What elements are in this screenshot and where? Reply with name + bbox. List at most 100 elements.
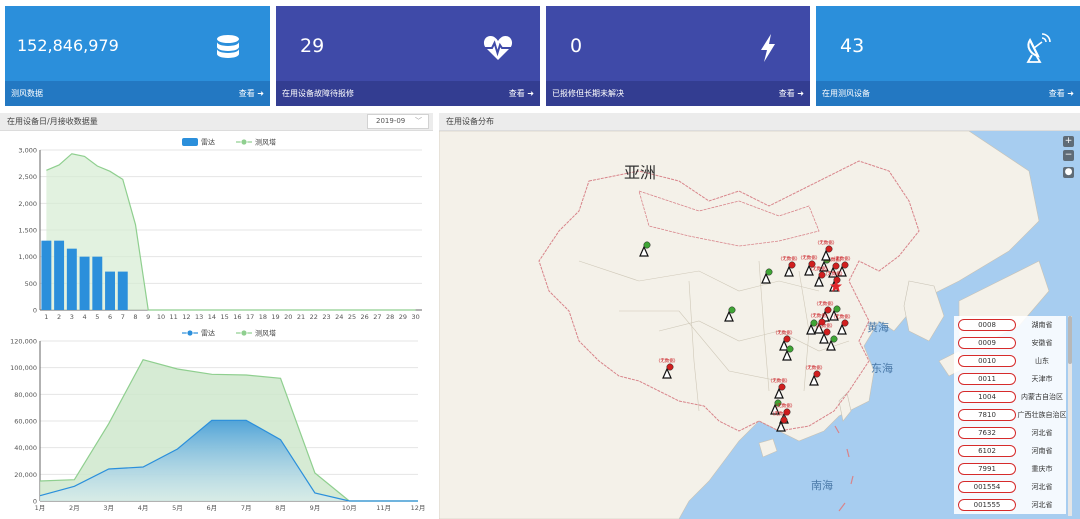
view-link[interactable]: 查看 ➜ (239, 81, 264, 106)
dish-icon (825, 245, 833, 253)
device-code[interactable]: 0009 (958, 337, 1016, 349)
marker-status-label: (无数据) (775, 402, 792, 409)
y-tick-label: 2,000 (18, 200, 37, 208)
legend-scrollbar[interactable] (1068, 316, 1072, 516)
chart-legend[interactable]: 雷达 测风塔 (182, 329, 276, 338)
marker-status-label: (无数据) (770, 377, 787, 384)
dish-icon (832, 262, 840, 270)
y-tick-label: 2,500 (18, 173, 37, 181)
bar-radar[interactable] (79, 256, 90, 310)
legend-row[interactable]: 0009 安徽省 (954, 334, 1066, 352)
x-tick-label: 18 (259, 313, 267, 321)
x-tick-label: 29 (399, 313, 407, 321)
x-tick-label: 26 (361, 313, 369, 321)
card-value: 152,846,979 (17, 36, 119, 55)
x-tick-label: 10 (157, 313, 165, 321)
marker-status-label: (无数据) (810, 265, 827, 272)
legend-row[interactable]: 0011 天津市 (954, 370, 1066, 388)
dish-icon (830, 335, 838, 343)
marker-status-label: (无数据) (800, 254, 817, 261)
x-tick-label: 5 (95, 313, 99, 321)
y-tick-label: 20,000 (14, 471, 37, 479)
daily-volume-chart: 05001,0001,5002,0002,5003,0001 2 3 4 5 6 7 8 9 10… (18, 138, 422, 321)
dish-icon (728, 306, 736, 314)
x-tick-label: 5月 (172, 504, 183, 512)
map-label-south-sea: 南海 (811, 478, 833, 492)
device-code[interactable]: 6102 (958, 445, 1016, 457)
zoom-out-button[interactable]: − (1063, 150, 1074, 161)
x-tick-label: 10月 (342, 504, 357, 512)
legend-row[interactable]: 7632 河北省 (954, 424, 1066, 442)
legend-row[interactable]: 7991 重庆市 (954, 460, 1066, 478)
dish-icon (786, 345, 794, 353)
bar-radar[interactable] (92, 256, 103, 310)
dish-icon (823, 328, 831, 336)
device-code[interactable]: 7991 (958, 463, 1016, 475)
y-tick-label: 3,000 (18, 147, 37, 155)
x-tick-label: 7月 (241, 504, 252, 512)
x-tick-label: 4月 (138, 504, 149, 512)
device-province: 河北省 (1031, 429, 1053, 437)
x-tick-label: 14 (208, 313, 216, 321)
legend-swatch-dot (240, 138, 248, 146)
map-label-east-sea: 东海 (871, 361, 893, 375)
legend-row[interactable]: 7810 广西壮族自治区 (954, 406, 1067, 424)
device-code[interactable]: 1004 (958, 391, 1016, 403)
legend-row[interactable]: 6102 河南省 (954, 442, 1066, 460)
chart-legend[interactable]: 雷达 测风塔 (182, 138, 276, 147)
card-label: 在用测风设备 (822, 89, 870, 98)
monthly-volume-chart: 020,00040,00060,00080,000100,000120,0001… (10, 329, 426, 513)
database-icon (217, 35, 239, 58)
marker-status-label: (无数据) (817, 239, 834, 246)
month-select[interactable]: 2019-09 ﹀ (367, 114, 429, 129)
dish-icon (765, 268, 773, 276)
bar-radar[interactable] (41, 240, 52, 310)
card-faulty-devices: 29 在用设备故障待报修 查看 ➜ (276, 6, 540, 106)
x-tick-label: 9月 (310, 504, 321, 512)
legend-row[interactable]: 0008 湖南省 (954, 316, 1066, 334)
dish-icon (841, 319, 849, 327)
card-footer: 在用测风设备 查看 ➜ (816, 81, 1080, 106)
dish-icon (783, 335, 791, 343)
y-tick-label: 120,000 (10, 338, 37, 346)
bar-radar[interactable] (105, 271, 115, 310)
x-tick-label: 6月 (206, 504, 217, 512)
x-tick-label: 3月 (103, 504, 114, 512)
bolt-icon (761, 34, 775, 62)
device-code[interactable]: 001555 (958, 499, 1016, 511)
device-code[interactable]: 7632 (958, 427, 1016, 439)
legend-row[interactable]: 0010 山东 (954, 352, 1066, 370)
y-tick-label: 80,000 (14, 391, 37, 399)
y-tick-label: 40,000 (14, 444, 37, 452)
card-label: 在用设备故障待报修 (282, 89, 354, 98)
bar-radar[interactable] (117, 271, 128, 310)
x-tick-label: 9 (146, 313, 150, 321)
view-link[interactable]: 查看 ➜ (779, 81, 804, 106)
legend-row[interactable]: 001554 河北省 (954, 478, 1066, 496)
device-code[interactable]: 0011 (958, 373, 1016, 385)
reset-view-button[interactable]: ● (1063, 167, 1074, 178)
legend-row[interactable]: 001555 河北省 (954, 496, 1066, 514)
view-link[interactable]: 查看 ➜ (1049, 81, 1074, 106)
device-code[interactable]: 0010 (958, 355, 1016, 367)
device-code[interactable]: 7810 (958, 409, 1016, 421)
bar-radar[interactable] (54, 240, 65, 310)
legend-row[interactable]: 1004 内蒙古自治区 (954, 388, 1066, 406)
device-province: 安徽省 (1031, 339, 1053, 347)
legend-scroll-thumb[interactable] (1068, 316, 1072, 364)
view-link[interactable]: 查看 ➜ (509, 81, 534, 106)
dish-icon (841, 261, 849, 269)
map-label-yellow-sea: 黄海 (867, 320, 889, 334)
x-tick-label: 15 (220, 313, 228, 321)
panel-title: 在用设备分布 (446, 117, 494, 126)
x-tick-label: 12月 (411, 504, 426, 512)
device-code[interactable]: 001554 (958, 481, 1016, 493)
device-code[interactable]: 0008 (958, 319, 1016, 331)
bar-radar[interactable] (66, 248, 77, 310)
x-tick-label: 7 (121, 313, 125, 321)
zoom-in-button[interactable]: + (1063, 136, 1074, 147)
legend-label: 测风塔 (255, 138, 276, 147)
dish-icon (780, 416, 788, 424)
card-value: 29 (300, 35, 325, 57)
dish-icon (833, 305, 841, 313)
